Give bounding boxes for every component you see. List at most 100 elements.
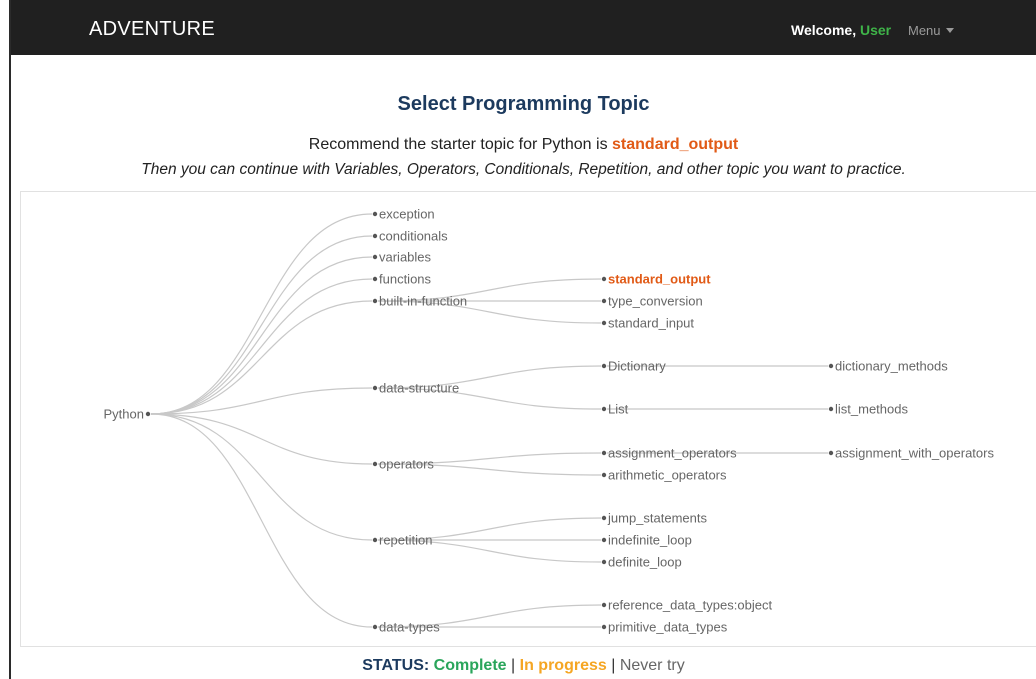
topic-tree-panel: Python exception conditionals variables func…	[20, 191, 1036, 647]
tree-node-conditionals[interactable]: conditionals	[372, 229, 448, 244]
tree-node-jump-statements[interactable]: jump_statements	[601, 511, 708, 526]
tree-node-dictionary[interactable]: Dictionary	[601, 359, 666, 374]
tree-node-standard-input[interactable]: standard_input	[601, 316, 695, 331]
node-dot-icon	[601, 450, 607, 456]
tree-root-node[interactable]: Python	[104, 407, 151, 422]
tree-node-label[interactable]: primitive_data_types	[608, 620, 728, 635]
node-dot-icon	[372, 461, 378, 467]
node-dot-icon	[601, 515, 607, 521]
tree-node-label[interactable]: standard_input	[608, 316, 694, 331]
top-navbar: ADVENTURE Welcome, User Menu	[11, 0, 1036, 55]
tree-node-exception[interactable]: exception	[372, 207, 435, 222]
topic-tree: Python exception conditionals variables func…	[104, 207, 995, 635]
tree-node-assignment-operators[interactable]: assignment_operators	[601, 446, 737, 461]
tree-link	[150, 413, 373, 628]
continue-text: Then you can continue with Variables, Op…	[141, 161, 906, 178]
tree-node-assignment-with-operators[interactable]: assignment_with_operators	[828, 446, 995, 461]
welcome-prefix: Welcome,	[791, 22, 860, 38]
tree-node-variables[interactable]: variables	[372, 250, 432, 265]
tree-node-type-conversion[interactable]: type_conversion	[601, 294, 703, 309]
node-dot-icon	[372, 233, 378, 239]
tree-node-label[interactable]: List	[608, 402, 629, 417]
tree-node-reference-data-types[interactable]: reference_data_types:object	[601, 598, 773, 613]
tree-node-indefinite-loop[interactable]: indefinite_loop	[601, 533, 692, 548]
node-dot-icon	[372, 276, 378, 282]
welcome-text: Welcome, User	[791, 22, 891, 38]
brand-logo[interactable]: ADVENTURE	[89, 18, 215, 41]
menu-dropdown[interactable]: Menu	[908, 23, 954, 38]
node-dot-icon	[601, 320, 607, 326]
node-dot-icon	[372, 537, 378, 543]
tree-node-label[interactable]: reference_data_types:object	[608, 598, 772, 613]
tree-link	[150, 278, 373, 415]
tree-node-label[interactable]: repetition	[379, 533, 432, 548]
tree-node-primitive-data-types[interactable]: primitive_data_types	[601, 620, 728, 635]
tree-node-label[interactable]: assignment_with_operators	[835, 446, 994, 461]
node-dot-icon	[145, 411, 151, 417]
node-dot-icon	[372, 298, 378, 304]
tree-node-label[interactable]: definite_loop	[608, 555, 682, 570]
node-dot-icon	[601, 602, 607, 608]
tree-node-operators[interactable]: operators	[372, 457, 435, 472]
node-dot-icon	[601, 298, 607, 304]
node-dot-icon	[372, 624, 378, 630]
tree-node-label[interactable]: built-in-function	[379, 294, 467, 309]
node-dot-icon	[601, 363, 607, 369]
tree-node-functions[interactable]: functions	[372, 272, 432, 287]
node-dot-icon	[601, 537, 607, 543]
status-in-progress: In progress	[519, 657, 607, 674]
node-dot-icon	[828, 363, 834, 369]
tree-node-label[interactable]: functions	[379, 272, 432, 287]
tree-node-arithmetic-operators[interactable]: arithmetic_operators	[601, 468, 727, 483]
tree-node-label[interactable]: conditionals	[379, 229, 448, 244]
tree-link	[150, 256, 373, 415]
tree-node-definite-loop[interactable]: definite_loop	[601, 555, 682, 570]
tree-node-label[interactable]: dictionary_methods	[835, 359, 948, 374]
node-dot-icon	[601, 559, 607, 565]
page-title: Select Programming Topic	[397, 93, 650, 115]
status-never-try: Never try	[619, 657, 685, 674]
tree-node-label[interactable]: list_methods	[835, 402, 908, 417]
tree-node-label[interactable]: variables	[379, 250, 432, 265]
tree-node-label[interactable]: Dictionary	[608, 359, 666, 374]
tree-node-dictionary-methods[interactable]: dictionary_methods	[828, 359, 948, 374]
tree-node-datastructure[interactable]: data-structure	[372, 381, 459, 396]
node-dot-icon	[372, 385, 378, 391]
status-label: STATUS:	[362, 657, 430, 674]
status-legend: STATUS: Complete | In progress | Never t…	[11, 657, 1036, 675]
tree-link	[150, 300, 373, 415]
recommend-prefix: Recommend the starter topic for Python i…	[308, 136, 613, 153]
tree-node-standard-output[interactable]: standard_output	[601, 272, 711, 287]
tree-node-label[interactable]: Python	[104, 407, 144, 422]
tree-node-repetition[interactable]: repetition	[372, 533, 433, 548]
node-dot-icon	[601, 624, 607, 630]
tree-node-label[interactable]: operators	[379, 457, 434, 472]
status-separator: |	[511, 657, 516, 674]
node-dot-icon	[601, 276, 607, 282]
tree-node-label[interactable]: data-structure	[379, 381, 459, 396]
tree-node-list[interactable]: List	[601, 402, 629, 417]
tree-link	[150, 213, 373, 415]
node-dot-icon	[601, 406, 607, 412]
tree-node-label[interactable]: exception	[379, 207, 435, 222]
node-dot-icon	[828, 450, 834, 456]
tree-node-label[interactable]: jump_statements	[607, 511, 707, 526]
tree-node-label[interactable]: data-types	[379, 620, 440, 635]
node-dot-icon	[828, 406, 834, 412]
tree-node-label[interactable]: indefinite_loop	[608, 533, 692, 548]
caret-down-icon	[945, 28, 954, 33]
tree-node-list-methods[interactable]: list_methods	[828, 402, 909, 417]
recommend-text: Recommend the starter topic for Python i…	[11, 136, 1036, 154]
tree-node-builtin[interactable]: built-in-function	[372, 294, 467, 309]
status-complete: Complete	[433, 657, 507, 674]
recommended-topic: standard_output	[612, 136, 739, 153]
node-dot-icon	[601, 472, 607, 478]
node-dot-icon	[372, 254, 378, 260]
tree-node-label[interactable]: type_conversion	[608, 294, 703, 309]
tree-node-datatypes[interactable]: data-types	[372, 620, 440, 635]
menu-label: Menu	[908, 23, 941, 38]
tree-node-label[interactable]: standard_output	[608, 272, 711, 287]
user-name: User	[860, 22, 892, 38]
tree-node-label[interactable]: arithmetic_operators	[608, 468, 727, 483]
tree-node-label[interactable]: assignment_operators	[608, 446, 737, 461]
